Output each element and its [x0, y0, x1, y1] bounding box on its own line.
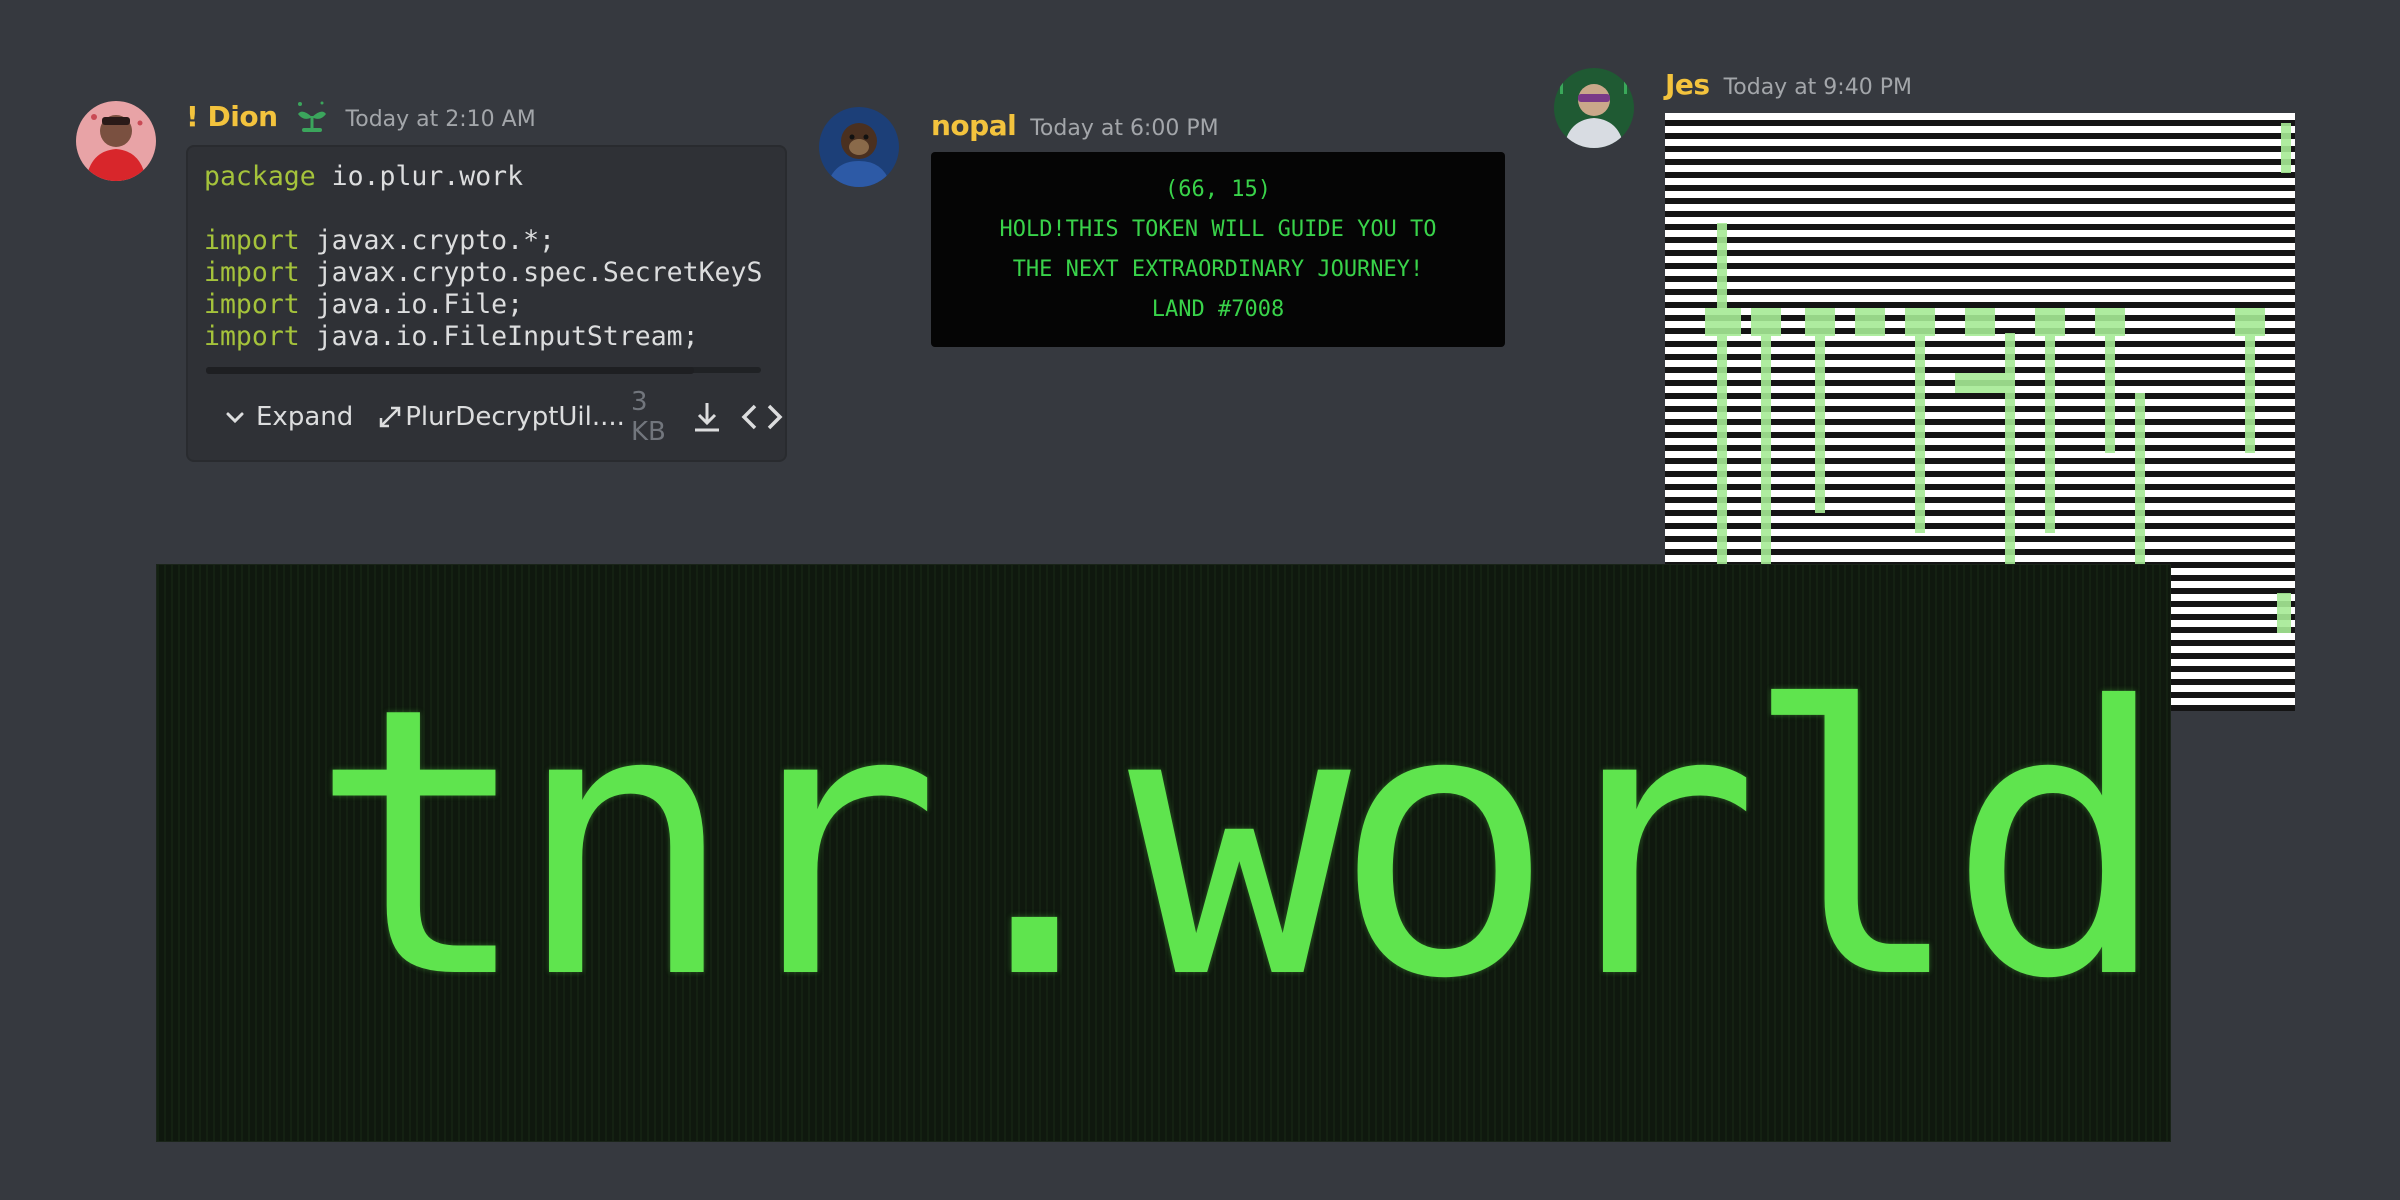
token-text-line: HOLD!THIS TOKEN WILL GUIDE YOU TO — [999, 217, 1437, 242]
code-attachment: package io.plur.work import javax.crypto.… — [186, 145, 787, 462]
code-line: import javax.crypto.spec.SecretKeyS — [204, 257, 784, 289]
download-icon[interactable] — [689, 399, 725, 435]
attachment-filesize: 3 KB — [630, 387, 666, 447]
attachment-footer: Expand PlurDecryptUil.... 3 KB — [188, 385, 785, 449]
code-preview: package io.plur.work import javax.crypto.… — [188, 147, 784, 373]
code-view-icon[interactable] — [739, 399, 785, 435]
banner-text: tnr.world — [309, 630, 2170, 1060]
code-keyword: package — [204, 161, 316, 192]
code-keyword: import — [204, 225, 300, 256]
tnr-world-banner[interactable]: tnr.world — [157, 565, 2170, 1141]
avatar-jes[interactable] — [1554, 68, 1634, 148]
expand-button[interactable]: Expand — [220, 402, 353, 432]
code-keyword: import — [204, 289, 300, 320]
code-line: import javax.crypto.*; — [204, 225, 784, 257]
code-text: io.plur.work — [315, 161, 524, 192]
timestamp-jes: Today at 9:40 PM — [1723, 75, 1912, 100]
avatar-dion[interactable] — [76, 101, 156, 181]
expand-arrows-icon — [375, 402, 405, 432]
sprout-icon — [292, 100, 332, 134]
username-jes[interactable]: Jes — [1665, 68, 1710, 101]
attachment-filename[interactable]: PlurDecryptUil.... — [405, 402, 625, 432]
token-land-number: LAND #7008 — [1151, 297, 1285, 322]
expand-label: Expand — [256, 402, 354, 432]
avatar-nopal[interactable] — [819, 107, 899, 187]
code-text: java.io.File; — [299, 289, 524, 320]
code-line: import java.io.File; — [204, 289, 784, 321]
open-file-link[interactable]: PlurDecryptUil.... — [375, 402, 625, 432]
timestamp-nopal: Today at 6:00 PM — [1030, 116, 1219, 141]
horizontal-scrollbar-thumb[interactable] — [206, 367, 694, 374]
chevron-down-icon — [220, 402, 250, 432]
code-keyword: import — [204, 321, 300, 352]
code-text: java.io.FileInputStream; — [299, 321, 699, 352]
code-text: javax.crypto.spec.SecretKeyS — [299, 257, 763, 288]
code-line: import java.io.FileInputStream; — [204, 321, 784, 353]
username-dion[interactable]: ! Dion — [186, 100, 278, 133]
code-text: javax.crypto.*; — [299, 225, 556, 256]
code-keyword: import — [204, 257, 300, 288]
code-line: package io.plur.work — [204, 161, 784, 193]
timestamp-dion: Today at 2:10 AM — [345, 107, 536, 132]
token-text-line: THE NEXT EXTRAORDINARY JOURNEY! — [1012, 257, 1424, 282]
username-nopal[interactable]: nopal — [931, 109, 1017, 142]
token-image[interactable]: (66, 15) HOLD!THIS TOKEN WILL GUIDE YOU … — [931, 152, 1505, 347]
token-coordinates: (66, 15) — [1165, 177, 1271, 202]
